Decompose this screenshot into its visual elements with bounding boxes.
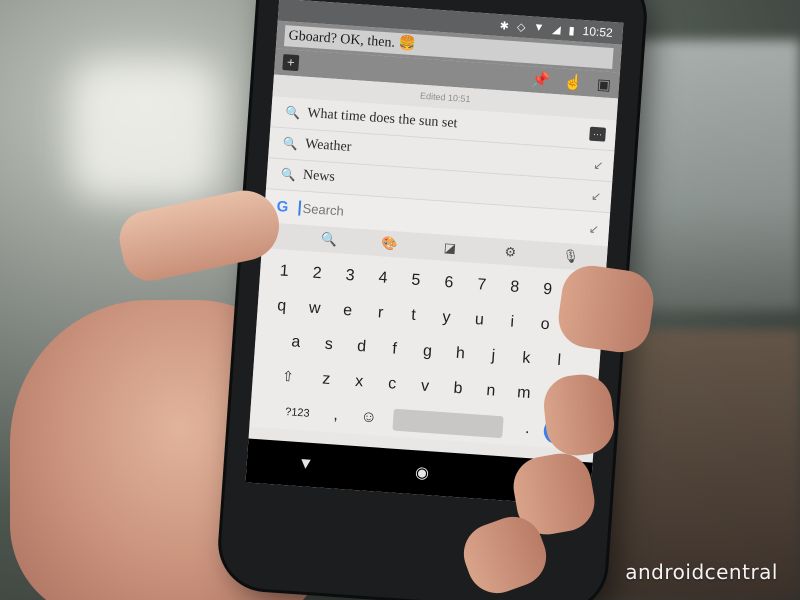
- key[interactable]: 8: [498, 277, 532, 297]
- watermark: androidcentral: [625, 560, 778, 584]
- key[interactable]: k: [509, 348, 543, 368]
- wifi-icon: ▼: [532, 21, 545, 35]
- key[interactable]: e: [331, 301, 365, 321]
- pin-icon[interactable]: 📌: [531, 70, 551, 89]
- reminder-icon[interactable]: ☝: [564, 73, 584, 92]
- nfc-icon: ◇: [516, 20, 526, 34]
- key[interactable]: 1: [267, 261, 301, 281]
- key[interactable]: o: [528, 314, 562, 334]
- key[interactable]: 6: [432, 273, 466, 293]
- key[interactable]: d: [345, 337, 379, 357]
- comma-key[interactable]: ,: [319, 405, 353, 425]
- key[interactable]: c: [375, 374, 409, 394]
- key[interactable]: m: [507, 383, 541, 403]
- key[interactable]: w: [298, 298, 332, 318]
- battery-icon: ▮: [568, 24, 576, 37]
- key[interactable]: g: [410, 341, 444, 361]
- key[interactable]: n: [474, 381, 508, 401]
- add-icon[interactable]: +: [282, 54, 300, 72]
- search-icon: 🔍: [284, 105, 301, 121]
- fill-arrow-icon[interactable]: ↙: [593, 158, 604, 173]
- gear-icon[interactable]: ⚙: [480, 242, 542, 262]
- key[interactable]: a: [279, 332, 313, 352]
- key[interactable]: 5: [399, 270, 433, 290]
- background-light: [70, 60, 220, 200]
- back-triangle-icon[interactable]: ▼: [297, 455, 314, 474]
- key[interactable]: h: [443, 343, 477, 363]
- home-circle-icon[interactable]: ◉: [414, 462, 429, 483]
- key[interactable]: u: [462, 310, 496, 330]
- key[interactable]: y: [429, 307, 463, 327]
- fill-arrow-icon[interactable]: ↙: [591, 189, 602, 204]
- key[interactable]: r: [363, 303, 397, 323]
- emoji-key-icon[interactable]: ☺: [352, 407, 386, 427]
- key[interactable]: x: [342, 372, 376, 392]
- more-icon[interactable]: ···: [589, 126, 607, 142]
- archive-icon[interactable]: ▣: [596, 75, 611, 94]
- period-key[interactable]: .: [510, 418, 544, 438]
- bluetooth-icon: ✱: [499, 19, 510, 33]
- key[interactable]: 9: [531, 279, 565, 299]
- key[interactable]: j: [476, 346, 510, 366]
- shift-key-icon[interactable]: ⇧: [265, 367, 310, 387]
- microphone-icon[interactable]: 🎙: [540, 246, 602, 266]
- key[interactable]: f: [378, 339, 412, 359]
- fill-arrow-icon[interactable]: ↙: [588, 221, 599, 236]
- key[interactable]: v: [408, 376, 442, 396]
- key[interactable]: 3: [333, 266, 367, 286]
- key[interactable]: 4: [366, 268, 400, 288]
- search-icon[interactable]: 🔍: [298, 230, 360, 250]
- key[interactable]: 7: [465, 275, 499, 295]
- background-window: [620, 40, 800, 310]
- key[interactable]: i: [495, 312, 529, 332]
- key[interactable]: q: [265, 296, 299, 316]
- resize-icon[interactable]: ◪: [419, 238, 481, 258]
- hand-finger: [554, 261, 658, 357]
- palette-icon[interactable]: 🎨: [359, 234, 421, 254]
- space-key[interactable]: [392, 408, 504, 438]
- symbols-key[interactable]: ?123: [275, 405, 320, 420]
- google-logo-icon: G: [276, 197, 289, 216]
- status-time: 10:52: [582, 23, 614, 40]
- key[interactable]: b: [441, 378, 475, 398]
- search-icon: 🔍: [282, 136, 299, 152]
- key[interactable]: z: [309, 369, 343, 389]
- search-icon: 🔍: [280, 167, 297, 183]
- key[interactable]: t: [396, 305, 430, 325]
- signal-icon: ◢: [551, 23, 562, 36]
- key[interactable]: l: [542, 350, 576, 370]
- key[interactable]: s: [312, 334, 346, 354]
- key[interactable]: 2: [300, 263, 334, 283]
